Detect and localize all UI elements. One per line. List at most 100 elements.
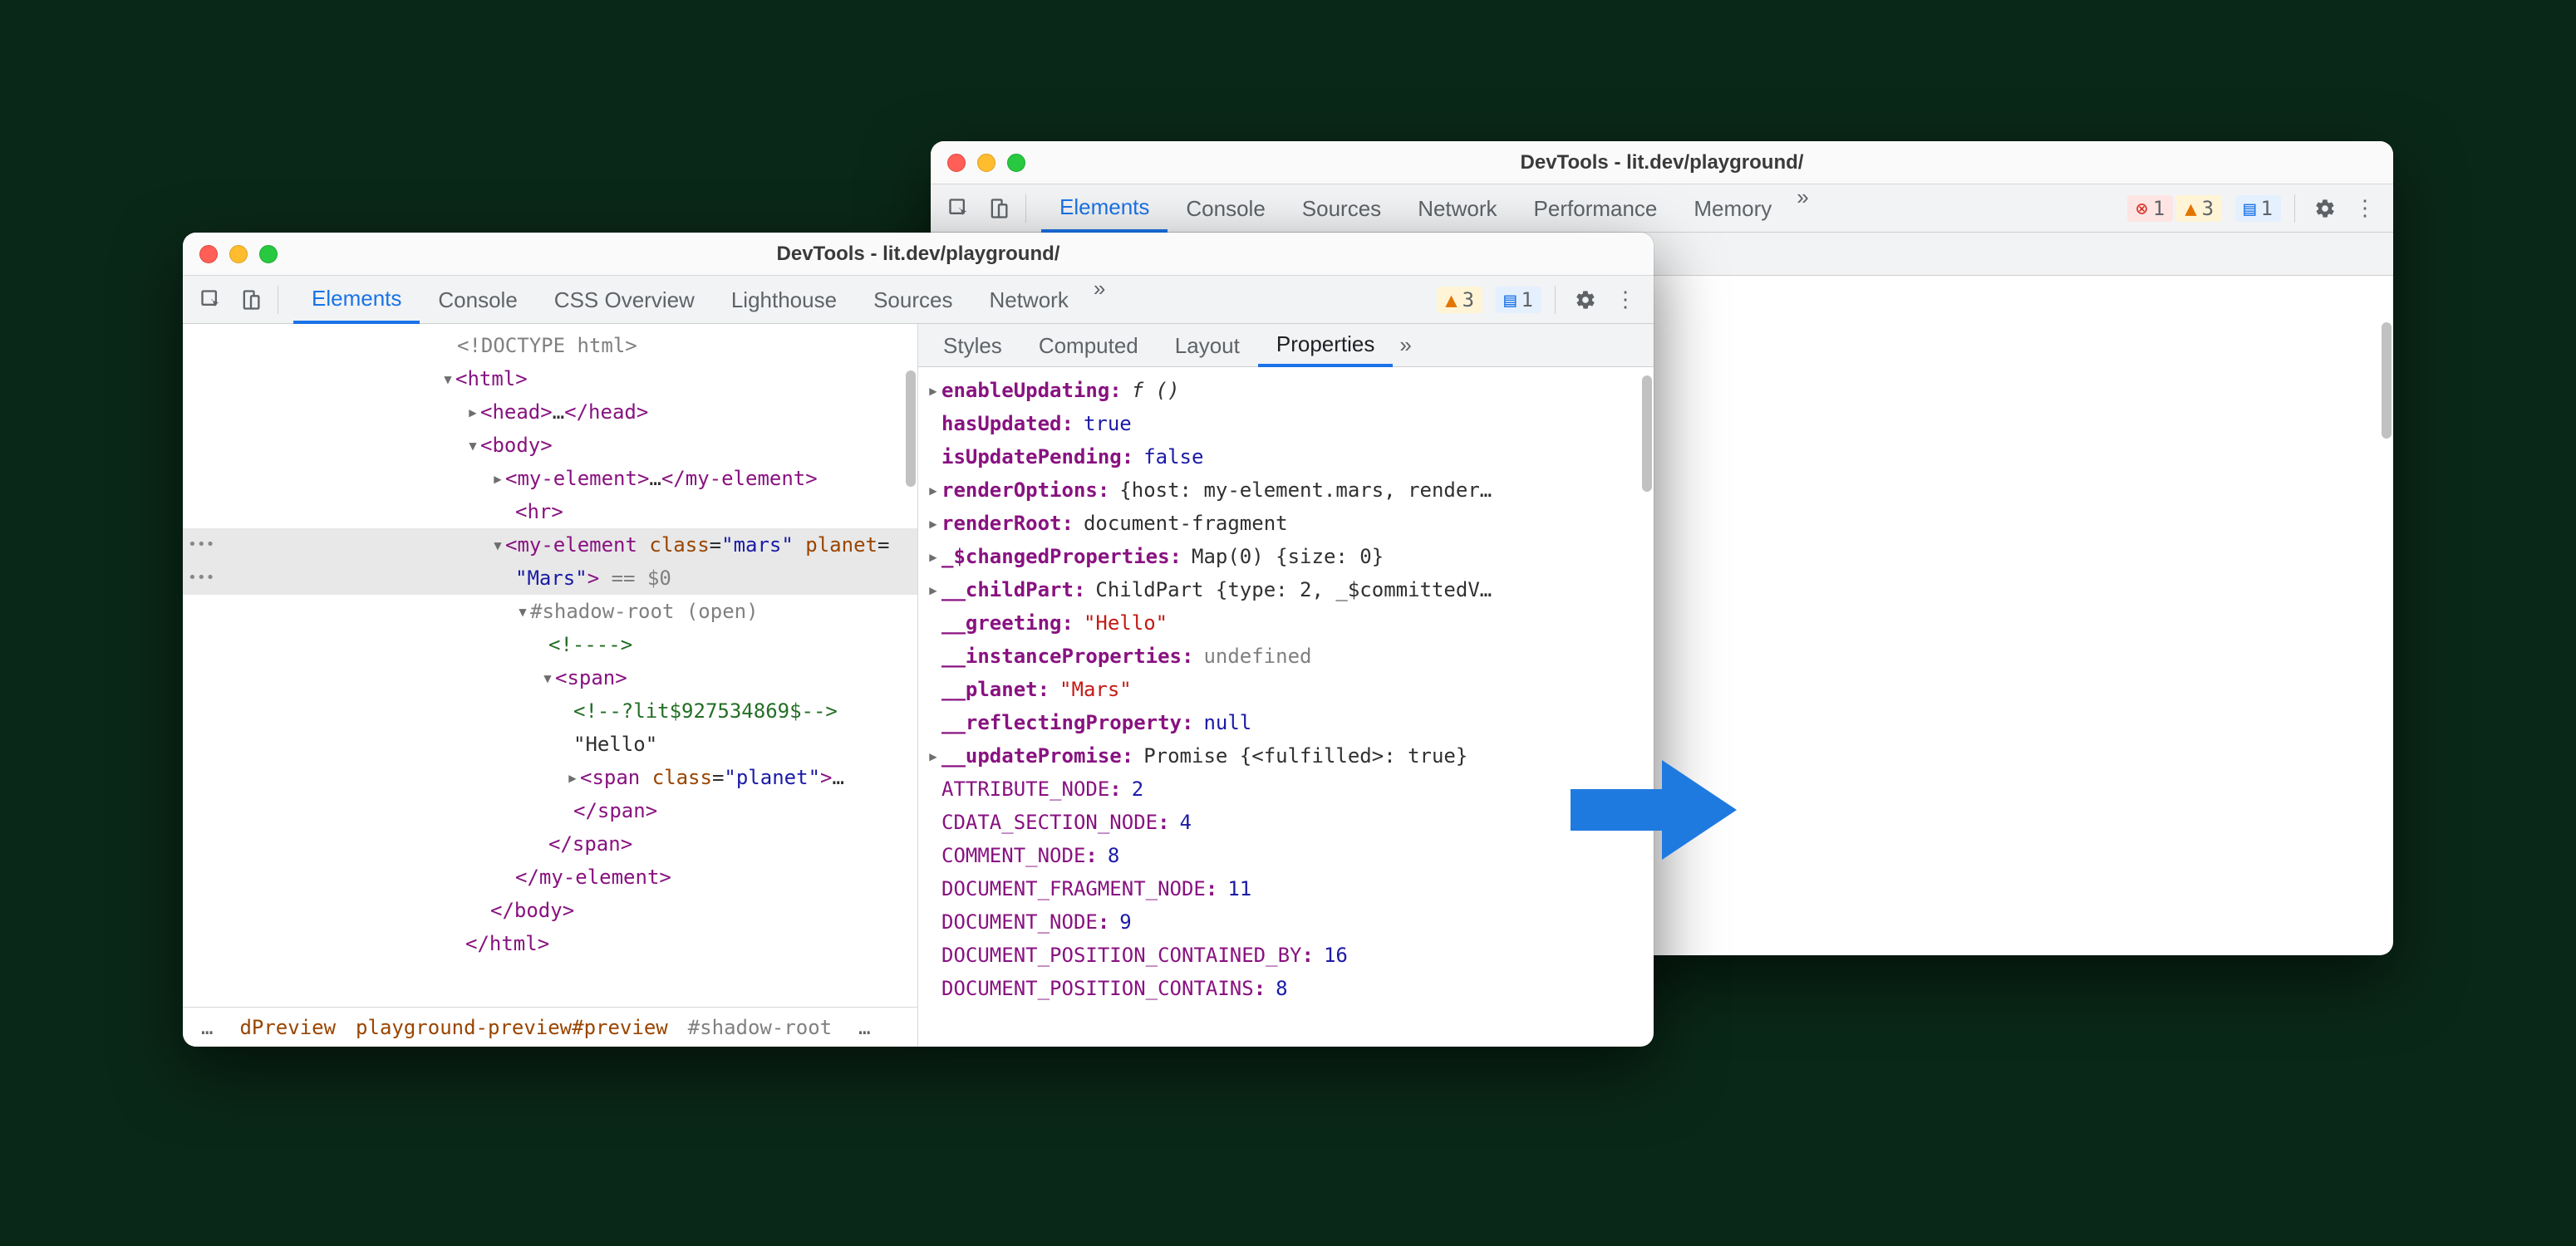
expand-icon[interactable]: ▸ — [925, 374, 941, 407]
property-value: Map(0) {size: 0} — [1192, 540, 1384, 573]
inspect-icon[interactable] — [194, 283, 228, 316]
errors-badge[interactable]: ⊗1 — [2127, 195, 2173, 222]
dom-node[interactable]: <!--?lit$927534869$--> — [183, 694, 917, 728]
dom-node[interactable]: "Hello" — [183, 728, 917, 761]
zoom-button[interactable] — [1007, 154, 1025, 172]
tab-memory[interactable]: Memory — [1675, 184, 1790, 233]
zoom-button[interactable] — [259, 245, 278, 263]
side-panel: Styles Computed Layout Properties » ▸ena… — [918, 324, 1654, 1047]
property-row[interactable]: ▸renderRootdocument-fragment — [925, 507, 1644, 540]
scrollbar[interactable] — [1642, 375, 1652, 492]
property-row[interactable]: DOCUMENT_POSITION_CONTAINS8 — [925, 972, 1644, 1005]
property-row[interactable]: hasUpdatedtrue — [925, 407, 1644, 440]
scrollbar[interactable] — [2382, 322, 2392, 439]
dom-node[interactable]: </span> — [183, 827, 917, 861]
subtab-computed[interactable]: Computed — [1020, 324, 1157, 367]
warnings-badge[interactable]: ▲3 — [2176, 195, 2222, 222]
dom-node[interactable]: ▾<html> — [183, 362, 917, 395]
breadcrumb-item[interactable]: playground-preview#preview — [356, 1016, 668, 1039]
warnings-badge[interactable]: ▲3 — [1437, 287, 1482, 313]
subtab-styles[interactable]: Styles — [925, 324, 1020, 367]
breadcrumb[interactable]: … dPreview playground-preview#preview #s… — [183, 1007, 917, 1047]
close-button[interactable] — [947, 154, 966, 172]
property-row[interactable]: __planet"Mars" — [925, 673, 1644, 706]
subtab-layout[interactable]: Layout — [1157, 324, 1258, 367]
minimize-button[interactable] — [977, 154, 995, 172]
subtab-properties[interactable]: Properties — [1258, 324, 1394, 367]
property-row[interactable]: CDATA_SECTION_NODE4 — [925, 806, 1644, 839]
inspect-icon[interactable] — [942, 192, 976, 225]
dom-node[interactable]: ▸<head>…</head> — [183, 395, 917, 429]
tab-performance[interactable]: Performance — [1516, 184, 1676, 233]
expand-icon[interactable]: ▸ — [925, 507, 941, 540]
property-value: ChildPart {type: 2, _$committedV… — [1095, 573, 1492, 606]
property-key: DOCUMENT_FRAGMENT_NODE — [941, 872, 1217, 905]
messages-badge[interactable]: ▤1 — [1496, 287, 1541, 313]
tab-elements[interactable]: Elements — [1041, 184, 1168, 233]
property-row[interactable]: ▸__updatePromisePromise {<fulfilled>: tr… — [925, 739, 1644, 773]
more-tabs-icon[interactable]: » — [1087, 276, 1112, 324]
kebab-menu-icon[interactable]: ⋮ — [2348, 192, 2382, 225]
device-icon[interactable] — [234, 283, 268, 316]
tab-elements[interactable]: Elements — [293, 276, 420, 324]
expand-icon[interactable]: ▸ — [925, 573, 941, 606]
property-row[interactable]: __reflectingPropertynull — [925, 706, 1644, 739]
properties-list[interactable]: ▸enableUpdatingf ()hasUpdatedtrueisUpdat… — [918, 367, 1654, 1047]
property-row[interactable]: ▸enableUpdatingf () — [925, 374, 1644, 407]
property-row[interactable]: __instancePropertiesundefined — [925, 640, 1644, 673]
tab-css-overview[interactable]: CSS Overview — [536, 276, 713, 324]
property-row[interactable]: __greeting"Hello" — [925, 606, 1644, 640]
close-button[interactable] — [199, 245, 218, 263]
scrollbar[interactable] — [906, 370, 916, 487]
dom-node[interactable]: </body> — [183, 894, 917, 927]
property-row[interactable]: DOCUMENT_NODE9 — [925, 905, 1644, 939]
dom-node-selected[interactable]: "Mars"> == $0 — [183, 562, 917, 595]
dom-node[interactable]: <!DOCTYPE html> — [183, 329, 917, 362]
tab-network[interactable]: Network — [971, 276, 1086, 324]
tab-sources[interactable]: Sources — [855, 276, 971, 324]
property-row[interactable]: isUpdatePendingfalse — [925, 440, 1644, 473]
property-row[interactable]: ▸_$changedPropertiesMap(0) {size: 0} — [925, 540, 1644, 573]
dom-node[interactable]: ▸<my-element>…</my-element> — [183, 462, 917, 495]
breadcrumb-item[interactable]: #shadow-root — [688, 1016, 832, 1039]
dom-node[interactable]: ▾<span> — [183, 661, 917, 694]
dom-node[interactable]: <!----> — [183, 628, 917, 661]
window-title: DevTools - lit.dev/playground/ — [183, 243, 1654, 266]
more-subtabs-icon[interactable]: » — [1393, 332, 1418, 358]
settings-icon[interactable] — [1569, 283, 1602, 316]
dom-tree[interactable]: <!DOCTYPE html> ▾<html> ▸<head>…</head> … — [183, 324, 917, 1007]
property-row[interactable]: DOCUMENT_POSITION_CONTAINED_BY16 — [925, 939, 1644, 972]
tab-sources[interactable]: Sources — [1284, 184, 1399, 233]
dom-node[interactable]: <hr> — [183, 495, 917, 528]
dom-node-selected[interactable]: ▾<my-element class="mars" planet= — [183, 528, 917, 562]
more-tabs-icon[interactable]: » — [1790, 184, 1815, 233]
property-value: 8 — [1276, 972, 1287, 1005]
tab-console[interactable]: Console — [1168, 184, 1283, 233]
settings-icon[interactable] — [2308, 192, 2342, 225]
breadcrumb-more[interactable]: … — [194, 1016, 219, 1039]
window-title: DevTools - lit.dev/playground/ — [931, 151, 2393, 174]
breadcrumb-more[interactable]: … — [852, 1016, 877, 1039]
dom-node[interactable]: </my-element> — [183, 861, 917, 894]
tab-lighthouse[interactable]: Lighthouse — [713, 276, 855, 324]
dom-node[interactable]: ▾#shadow-root (open) — [183, 595, 917, 628]
dom-node[interactable]: </span> — [183, 794, 917, 827]
property-row[interactable]: DOCUMENT_FRAGMENT_NODE11 — [925, 872, 1644, 905]
property-row[interactable]: ▸__childPartChildPart {type: 2, _$commit… — [925, 573, 1644, 606]
dom-node[interactable]: ▸<span class="planet">… — [183, 761, 917, 794]
device-icon[interactable] — [982, 192, 1015, 225]
property-row[interactable]: ▸renderOptions{host: my-element.mars, re… — [925, 473, 1644, 507]
kebab-menu-icon[interactable]: ⋮ — [1609, 283, 1642, 316]
property-row[interactable]: COMMENT_NODE8 — [925, 839, 1644, 872]
expand-icon[interactable]: ▸ — [925, 540, 941, 573]
expand-icon[interactable]: ▸ — [925, 739, 941, 773]
dom-node[interactable]: ▾<body> — [183, 429, 917, 462]
breadcrumb-item[interactable]: dPreview — [239, 1016, 336, 1039]
dom-node[interactable]: </html> — [183, 927, 917, 960]
tab-network[interactable]: Network — [1399, 184, 1515, 233]
minimize-button[interactable] — [229, 245, 248, 263]
tab-console[interactable]: Console — [420, 276, 535, 324]
messages-badge[interactable]: ▤1 — [2235, 195, 2281, 222]
property-row[interactable]: ATTRIBUTE_NODE2 — [925, 773, 1644, 806]
expand-icon[interactable]: ▸ — [925, 473, 941, 507]
